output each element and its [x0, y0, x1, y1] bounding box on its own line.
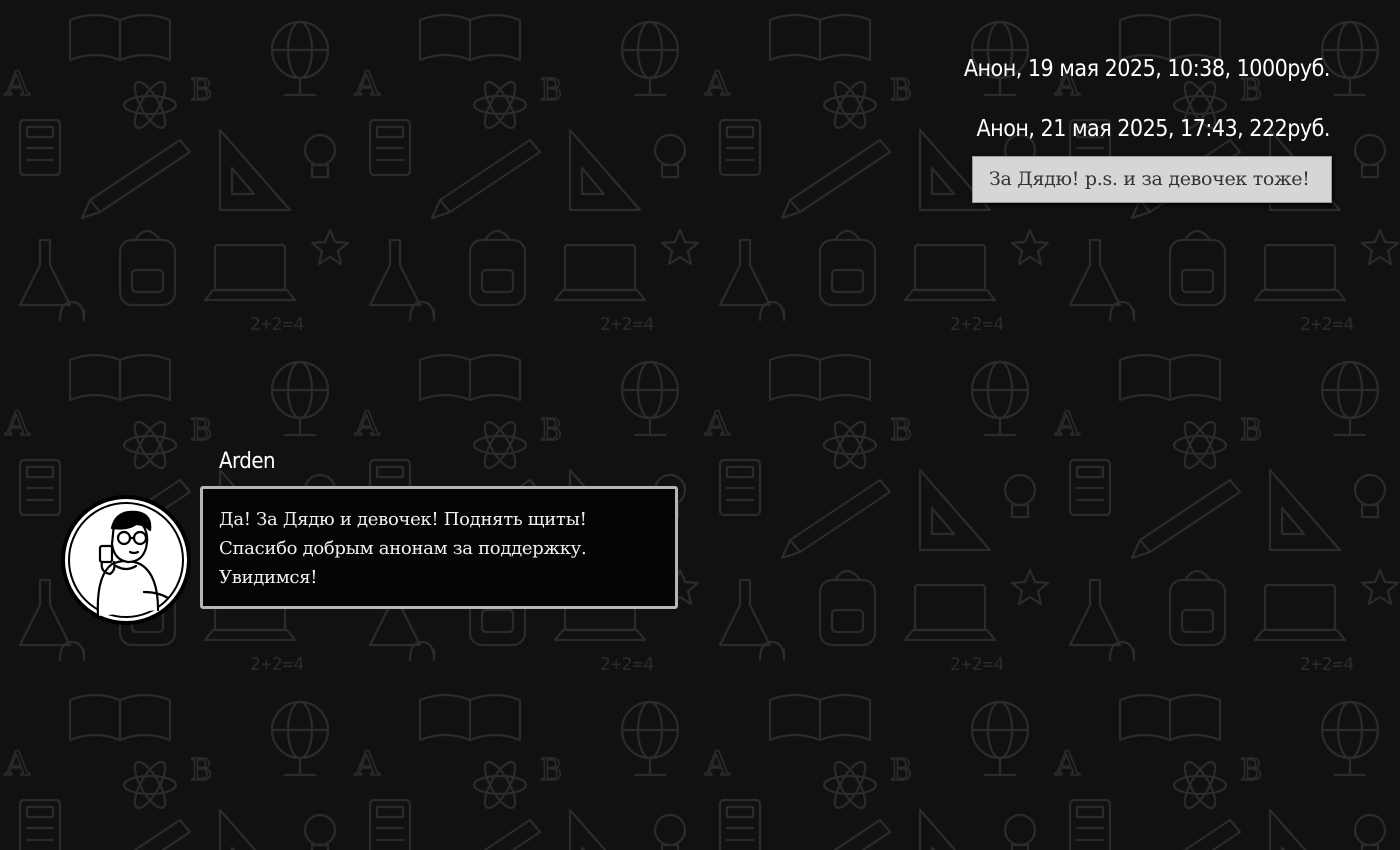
- avatar: [60, 494, 192, 626]
- donation-header: Анон, 19 мая 2025, 10:38, 1000руб.: [963, 56, 1331, 82]
- avatar-icon: [61, 495, 191, 625]
- donation-header: Анон, 21 мая 2025, 17:43, 222руб.: [976, 116, 1331, 142]
- reply-message-line: Да! За Дядю и девочек! Поднять щиты!: [219, 509, 587, 530]
- reply-message-line: Увидимся!: [219, 567, 318, 588]
- reply-message-line: Спасибо добрым анонам за поддержку.: [219, 538, 587, 559]
- donation-message: За Дядю! p.s. и за девочек тоже!: [972, 156, 1332, 203]
- reply-message-box: Да! За Дядю и девочек! Поднять щиты! Спа…: [200, 486, 678, 609]
- reply-author-name: Arden: [219, 449, 276, 474]
